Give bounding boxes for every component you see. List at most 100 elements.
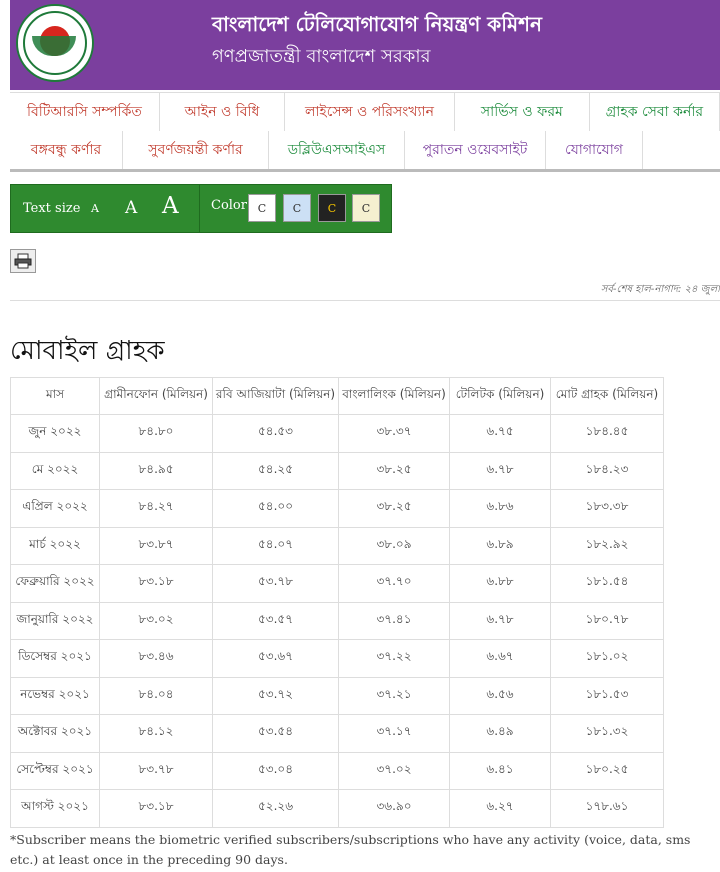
- cell-month: নভেম্বর ২০২১: [10, 676, 100, 715]
- color-blue-swatch[interactable]: C: [283, 194, 311, 222]
- color-cream-swatch[interactable]: C: [352, 194, 380, 222]
- cell-banglalink: ৩৭.৭০: [338, 564, 450, 603]
- color-dark-swatch[interactable]: C: [318, 194, 346, 222]
- cell-grameenphone: ৮৪.৮০: [99, 414, 213, 453]
- secondary-nav: বঙ্গবন্ধু কর্ণার সুবর্ণজয়ন্তী কর্ণার ডব…: [10, 131, 720, 172]
- table-row: এপ্রিল ২০২২ ৮৪.২৭ ৫৪.০০ ৩৮.২৫ ৬.৮৬ ১৮৩.৩৮: [10, 489, 664, 528]
- cell-robi: ৫৪.৫৩: [212, 414, 339, 453]
- nav-contact[interactable]: যোগাযোগ: [546, 131, 643, 169]
- cell-teletalk: ৬.৮৯: [449, 526, 551, 565]
- cell-robi: ৫৪.২৫: [212, 451, 339, 490]
- cell-total: ১৮০.৭৮: [550, 601, 664, 640]
- cell-grameenphone: ৮৩.০২: [99, 601, 213, 640]
- cell-total: ১৮৪.৪৫: [550, 414, 664, 453]
- site-subtitle: গণপ্রজাতন্ত্রী বাংলাদেশ সরকার: [212, 46, 431, 67]
- cell-month: অক্টোবর ২০২১: [10, 714, 100, 753]
- footnote: *Subscriber means the biometric verified…: [10, 832, 691, 867]
- cell-month: জুন ২০২২: [10, 414, 100, 453]
- cell-banglalink: ৩৭.২২: [338, 639, 450, 678]
- mobile-subscriber-table: মাস গ্রামীনফোন (মিলিয়ন) রবি আজিয়াটা (ম…: [10, 377, 664, 828]
- cell-banglalink: ৩৮.৩৭: [338, 414, 450, 453]
- cell-total: ১৮১.৩২: [550, 714, 664, 753]
- cell-banglalink: ৩৭.১৭: [338, 714, 450, 753]
- cell-robi: ৫৩.৭৮: [212, 564, 339, 603]
- nav-license-stats[interactable]: লাইসেন্স ও পরিসংখ্যান: [285, 93, 455, 131]
- printer-icon: [14, 253, 32, 269]
- cell-grameenphone: ৮৩.১৮: [99, 564, 213, 603]
- cell-month: আগস্ট ২০২১: [10, 789, 100, 828]
- cell-grameenphone: ৮৪.১২: [99, 714, 213, 753]
- table-header-row: মাস গ্রামীনফোন (মিলিয়ন) রবি আজিয়াটা (ম…: [10, 377, 664, 415]
- nav-about-btrc[interactable]: বিটিআরসি সম্পর্কিত: [10, 93, 160, 131]
- primary-nav: বিটিআরসি সম্পর্কিত আইন ও বিধি লাইসেন্স ও…: [10, 92, 720, 132]
- cell-robi: ৫২.২৬: [212, 789, 339, 828]
- site-header: বাংলাদেশ টেলিযোগাযোগ নিয়ন্ত্রণ কমিশন গণ…: [10, 0, 720, 90]
- text-size-medium-button[interactable]: A: [125, 198, 137, 218]
- color-label: Color: [211, 198, 247, 213]
- cell-teletalk: ৬.৪১: [449, 751, 551, 790]
- cell-total: ১৮২.৯২: [550, 526, 664, 565]
- text-size-label: Text size: [23, 201, 81, 216]
- cell-banglalink: ৩৭.২১: [338, 676, 450, 715]
- table-row: জুন ২০২২ ৮৪.৮০ ৫৪.৫৩ ৩৮.৩৭ ৬.৭৫ ১৮৪.৪৫: [10, 414, 664, 453]
- nav-law-rules[interactable]: আইন ও বিধি: [160, 93, 286, 131]
- col-header-teletalk: টেলিটক (মিলিয়ন): [449, 377, 551, 415]
- cell-grameenphone: ৮৩.৭৮: [99, 751, 213, 790]
- cell-teletalk: ৬.৫৬: [449, 676, 551, 715]
- cell-month: জানুয়ারি ২০২২: [10, 601, 100, 640]
- col-header-robi: রবি আজিয়াটা (মিলিয়ন): [212, 377, 339, 415]
- table-row: মার্চ ২০২২ ৮৩.৮৭ ৫৪.০৭ ৩৮.০৯ ৬.৮৯ ১৮২.৯২: [10, 526, 664, 565]
- cell-teletalk: ৬.৬৭: [449, 639, 551, 678]
- cell-banglalink: ৩৮.২৫: [338, 451, 450, 490]
- cell-robi: ৫৩.৬৭: [212, 639, 339, 678]
- col-header-banglalink: বাংলালিংক (মিলিয়ন): [338, 377, 450, 415]
- cell-robi: ৫৩.০৪: [212, 751, 339, 790]
- cell-grameenphone: ৮৪.২৭: [99, 489, 213, 528]
- table-row: অক্টোবর ২০২১ ৮৪.১২ ৫৩.৫৪ ৩৭.১৭ ৬.৪৯ ১৮১.৩২: [10, 714, 664, 753]
- col-header-grameenphone: গ্রামীনফোন (মিলিয়ন): [99, 377, 213, 415]
- cell-banglalink: ৩৮.০৯: [338, 526, 450, 565]
- cell-robi: ৫৪.০০: [212, 489, 339, 528]
- table-row: নভেম্বর ২০২১ ৮৪.০৪ ৫৩.৭২ ৩৭.২১ ৬.৫৬ ১৮১.৫৩: [10, 676, 664, 715]
- cell-teletalk: ৬.৭৮: [449, 601, 551, 640]
- cell-grameenphone: ৮৪.৯৫: [99, 451, 213, 490]
- cell-teletalk: ৬.৭৮: [449, 451, 551, 490]
- nav-old-website[interactable]: পুরাতন ওয়েবসাইট: [405, 131, 546, 169]
- btrc-logo[interactable]: [16, 4, 94, 82]
- cell-grameenphone: ৮৩.৪৬: [99, 639, 213, 678]
- text-size-small-button[interactable]: A: [91, 202, 99, 215]
- nav-customer-care[interactable]: গ্রাহক সেবা কর্নার: [590, 93, 720, 131]
- cell-robi: ৫৩.৫৭: [212, 601, 339, 640]
- cell-grameenphone: ৮৪.০৪: [99, 676, 213, 715]
- cell-banglalink: ৩৮.২৫: [338, 489, 450, 528]
- nav-golden-jubilee-corner[interactable]: সুবর্ণজয়ন্তী কর্ণার: [123, 131, 269, 169]
- toolbar-divider: [199, 185, 200, 232]
- cell-month: ডিসেম্বর ২০২১: [10, 639, 100, 678]
- cell-total: ১৭৮.৬১: [550, 789, 664, 828]
- col-header-month: মাস: [10, 377, 100, 415]
- cell-month: এপ্রিল ২০২২: [10, 489, 100, 528]
- cell-total: ১৮১.০২: [550, 639, 664, 678]
- cell-grameenphone: ৮৩.৮৭: [99, 526, 213, 565]
- col-header-total: মোট গ্রাহক (মিলিয়ন): [550, 377, 664, 415]
- color-white-swatch[interactable]: C: [248, 194, 276, 222]
- cell-teletalk: ৬.৮৬: [449, 489, 551, 528]
- nav-wsis[interactable]: ডব্লিউএসআইএস: [269, 131, 405, 169]
- nav-service-forms[interactable]: সার্ভিস ও ফরম: [455, 93, 590, 131]
- text-size-large-button[interactable]: A: [162, 193, 179, 219]
- cell-grameenphone: ৮৩.১৮: [99, 789, 213, 828]
- nav-bangabandhu-corner[interactable]: বঙ্গবন্ধু কর্ণার: [10, 131, 123, 169]
- table-row: সেপ্টেম্বর ২০২১ ৮৩.৭৮ ৫৩.০৪ ৩৭.০২ ৬.৪১ ১৮০.২৫: [10, 751, 664, 790]
- cell-month: মার্চ ২০২২: [10, 526, 100, 565]
- cell-month: ফেব্রুয়ারি ২০২২: [10, 564, 100, 603]
- print-button[interactable]: [10, 249, 36, 273]
- accessibility-toolbar: Text size A A A Color C C C C: [10, 184, 392, 233]
- cell-banglalink: ৩৭.০২: [338, 751, 450, 790]
- cell-total: ১৮০.২৫: [550, 751, 664, 790]
- table-row: জানুয়ারি ২০২২ ৮৩.০২ ৫৩.৫৭ ৩৭.৪১ ৬.৭৮ ১৮০.৭৮: [10, 601, 664, 640]
- cell-banglalink: ৩৭.৪১: [338, 601, 450, 640]
- cell-robi: ৫৩.৫৪: [212, 714, 339, 753]
- table-row: মে ২০২২ ৮৪.৯৫ ৫৪.২৫ ৩৮.২৫ ৬.৭৮ ১৮৪.২৩: [10, 451, 664, 490]
- cell-banglalink: ৩৬.৯০: [338, 789, 450, 828]
- content-divider: [10, 300, 720, 301]
